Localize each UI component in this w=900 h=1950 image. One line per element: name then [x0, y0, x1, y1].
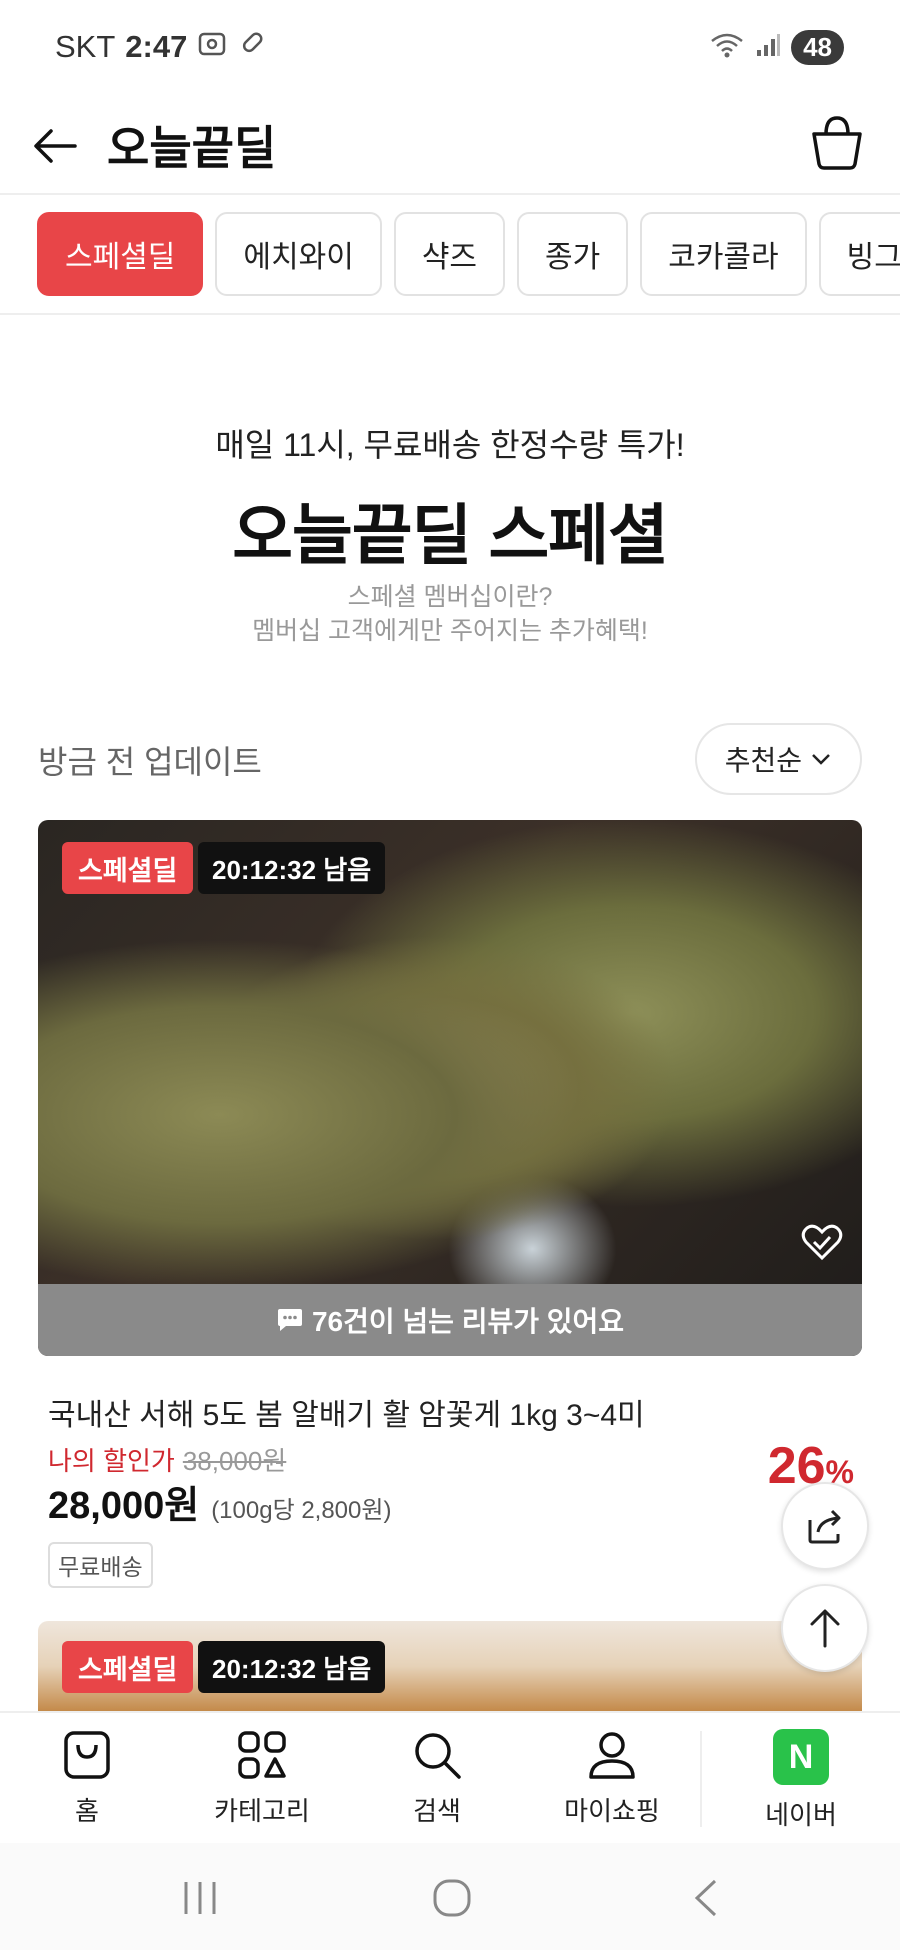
- back-button[interactable]: [30, 118, 80, 173]
- wishlist-heart-icon[interactable]: [800, 1220, 844, 1264]
- chevron-left-icon: [694, 1879, 717, 1917]
- cart-button[interactable]: [808, 112, 866, 172]
- recent-apps-icon: [184, 1882, 216, 1914]
- page-title: 오늘끝딜: [107, 122, 277, 174]
- sort-label: 추천순: [724, 745, 802, 776]
- nav-home[interactable]: 홈: [12, 1729, 162, 1828]
- chat-bubble-icon: [277, 1309, 302, 1331]
- grid-icon: [238, 1731, 286, 1779]
- recent-apps-button[interactable]: [170, 1873, 230, 1923]
- status-bar: SKT 2:47 48: [0, 0, 900, 100]
- home-button[interactable]: [422, 1873, 482, 1923]
- free-shipping-tag: 무료배송: [48, 1542, 153, 1588]
- tab-special-deal[interactable]: 스페셜딜: [37, 212, 204, 296]
- bottom-nav: 홈 카테고리 검색 마이쇼핑 N 네이버: [0, 1711, 900, 1843]
- clock: 2:47: [125, 29, 188, 64]
- tab-row: 스페셜딜 에치와이 샥즈 종가 코카콜라 빙그레: [37, 212, 900, 296]
- nav-my-shopping-label: 마이쇼핑: [564, 1796, 660, 1826]
- nav-home-label: 홈: [75, 1796, 99, 1826]
- next-product-image[interactable]: 스페셜딜 20:12:32 남음: [38, 1621, 862, 1711]
- nav-my-shopping[interactable]: 마이쇼핑: [537, 1729, 687, 1828]
- carrier: SKT: [55, 29, 116, 64]
- nav-naver[interactable]: N 네이버: [726, 1729, 876, 1832]
- nav-naver-label: 네이버: [765, 1800, 837, 1830]
- timer-badge: 20:12:32 남음: [198, 842, 386, 894]
- nav-category[interactable]: 카테고리: [187, 1729, 337, 1828]
- status-right: 48: [709, 30, 844, 65]
- share-icon: [808, 1509, 841, 1544]
- my-price-label: 나의 할인가: [48, 1446, 175, 1476]
- home-circle-icon: [433, 1879, 471, 1917]
- sale-price: 28,000원: [48, 1485, 200, 1527]
- product-image[interactable]: 스페셜딜 20:12:32 남음 76건이 넘는 리뷰가 있어요: [38, 820, 862, 1356]
- original-price: 38,000원: [182, 1446, 287, 1476]
- timer-badge: 20:12:32 남음: [198, 1641, 386, 1693]
- tab-binggrae[interactable]: 빙그레: [818, 212, 900, 296]
- battery-indicator: 48: [791, 30, 844, 65]
- banner-desc-line1: 스페셜 멤버십이란?: [347, 583, 553, 611]
- system-back-button[interactable]: [676, 1873, 736, 1923]
- banner-subtitle: 매일 11시, 무료배송 한정수량 특가!: [215, 427, 685, 463]
- share-button[interactable]: [781, 1482, 869, 1570]
- sort-dropdown[interactable]: 추천순: [694, 723, 862, 795]
- chevron-down-icon: [812, 754, 830, 765]
- wifi-icon: [709, 31, 745, 64]
- membership-link[interactable]: 스페셜 멤버십이란? 멤버십 고객에게만 주어지는 추가혜택!: [0, 580, 900, 648]
- review-banner: 76건이 넘는 리뷰가 있어요: [38, 1284, 862, 1356]
- shopping-bag-icon: [64, 1731, 110, 1779]
- signal-icon: [755, 32, 781, 63]
- search-icon: [415, 1733, 461, 1779]
- nav-search-label: 검색: [413, 1796, 461, 1826]
- product-name[interactable]: 국내산 서해 5도 봄 알배기 활 암꽃게 1kg 3~4미: [48, 1390, 645, 1434]
- tab-hy[interactable]: 에치와이: [215, 212, 382, 296]
- banner-desc-line2: 멤버십 고객에게만 주어지는 추가혜택!: [252, 617, 648, 645]
- link-icon: [237, 28, 267, 66]
- price-row: 28,000원 (100g당 2,800원): [48, 1474, 391, 1529]
- status-left: SKT 2:47: [55, 28, 267, 66]
- brand-tabs: 스페셜딜 에치와이 샥즈 종가 코카콜라 빙그레: [0, 197, 900, 315]
- user-icon: [589, 1732, 635, 1779]
- price-label-row: 나의 할인가 38,000원: [48, 1441, 286, 1478]
- nav-divider: [700, 1731, 702, 1827]
- update-label: 방금 전 업데이트: [38, 744, 262, 780]
- app-header: 오늘끝딜: [0, 100, 900, 195]
- tab-shokz[interactable]: 샥즈: [393, 212, 506, 296]
- review-text: 76건이 넘는 리뷰가 있어요: [311, 1306, 625, 1337]
- banner-title: 오늘끝딜 스페셜: [232, 498, 668, 572]
- unit-price: (100g당 2,800원): [211, 1497, 392, 1524]
- scroll-top-button[interactable]: [781, 1584, 869, 1672]
- special-deal-badge: 스페셜딜: [62, 842, 194, 894]
- shopping-basket-icon: [812, 116, 862, 170]
- nav-search[interactable]: 검색: [362, 1729, 512, 1828]
- tab-coca-cola[interactable]: 코카콜라: [640, 212, 807, 296]
- system-nav-bar: [0, 1843, 900, 1950]
- screenshot-icon: [197, 29, 227, 65]
- naver-logo-icon: N: [773, 1729, 829, 1785]
- special-deal-badge: 스페셜딜: [62, 1641, 194, 1693]
- arrow-up-icon: [810, 1609, 840, 1648]
- nav-category-label: 카테고리: [214, 1796, 310, 1826]
- tab-jongga[interactable]: 종가: [517, 212, 629, 296]
- arrow-left-icon: [34, 128, 77, 163]
